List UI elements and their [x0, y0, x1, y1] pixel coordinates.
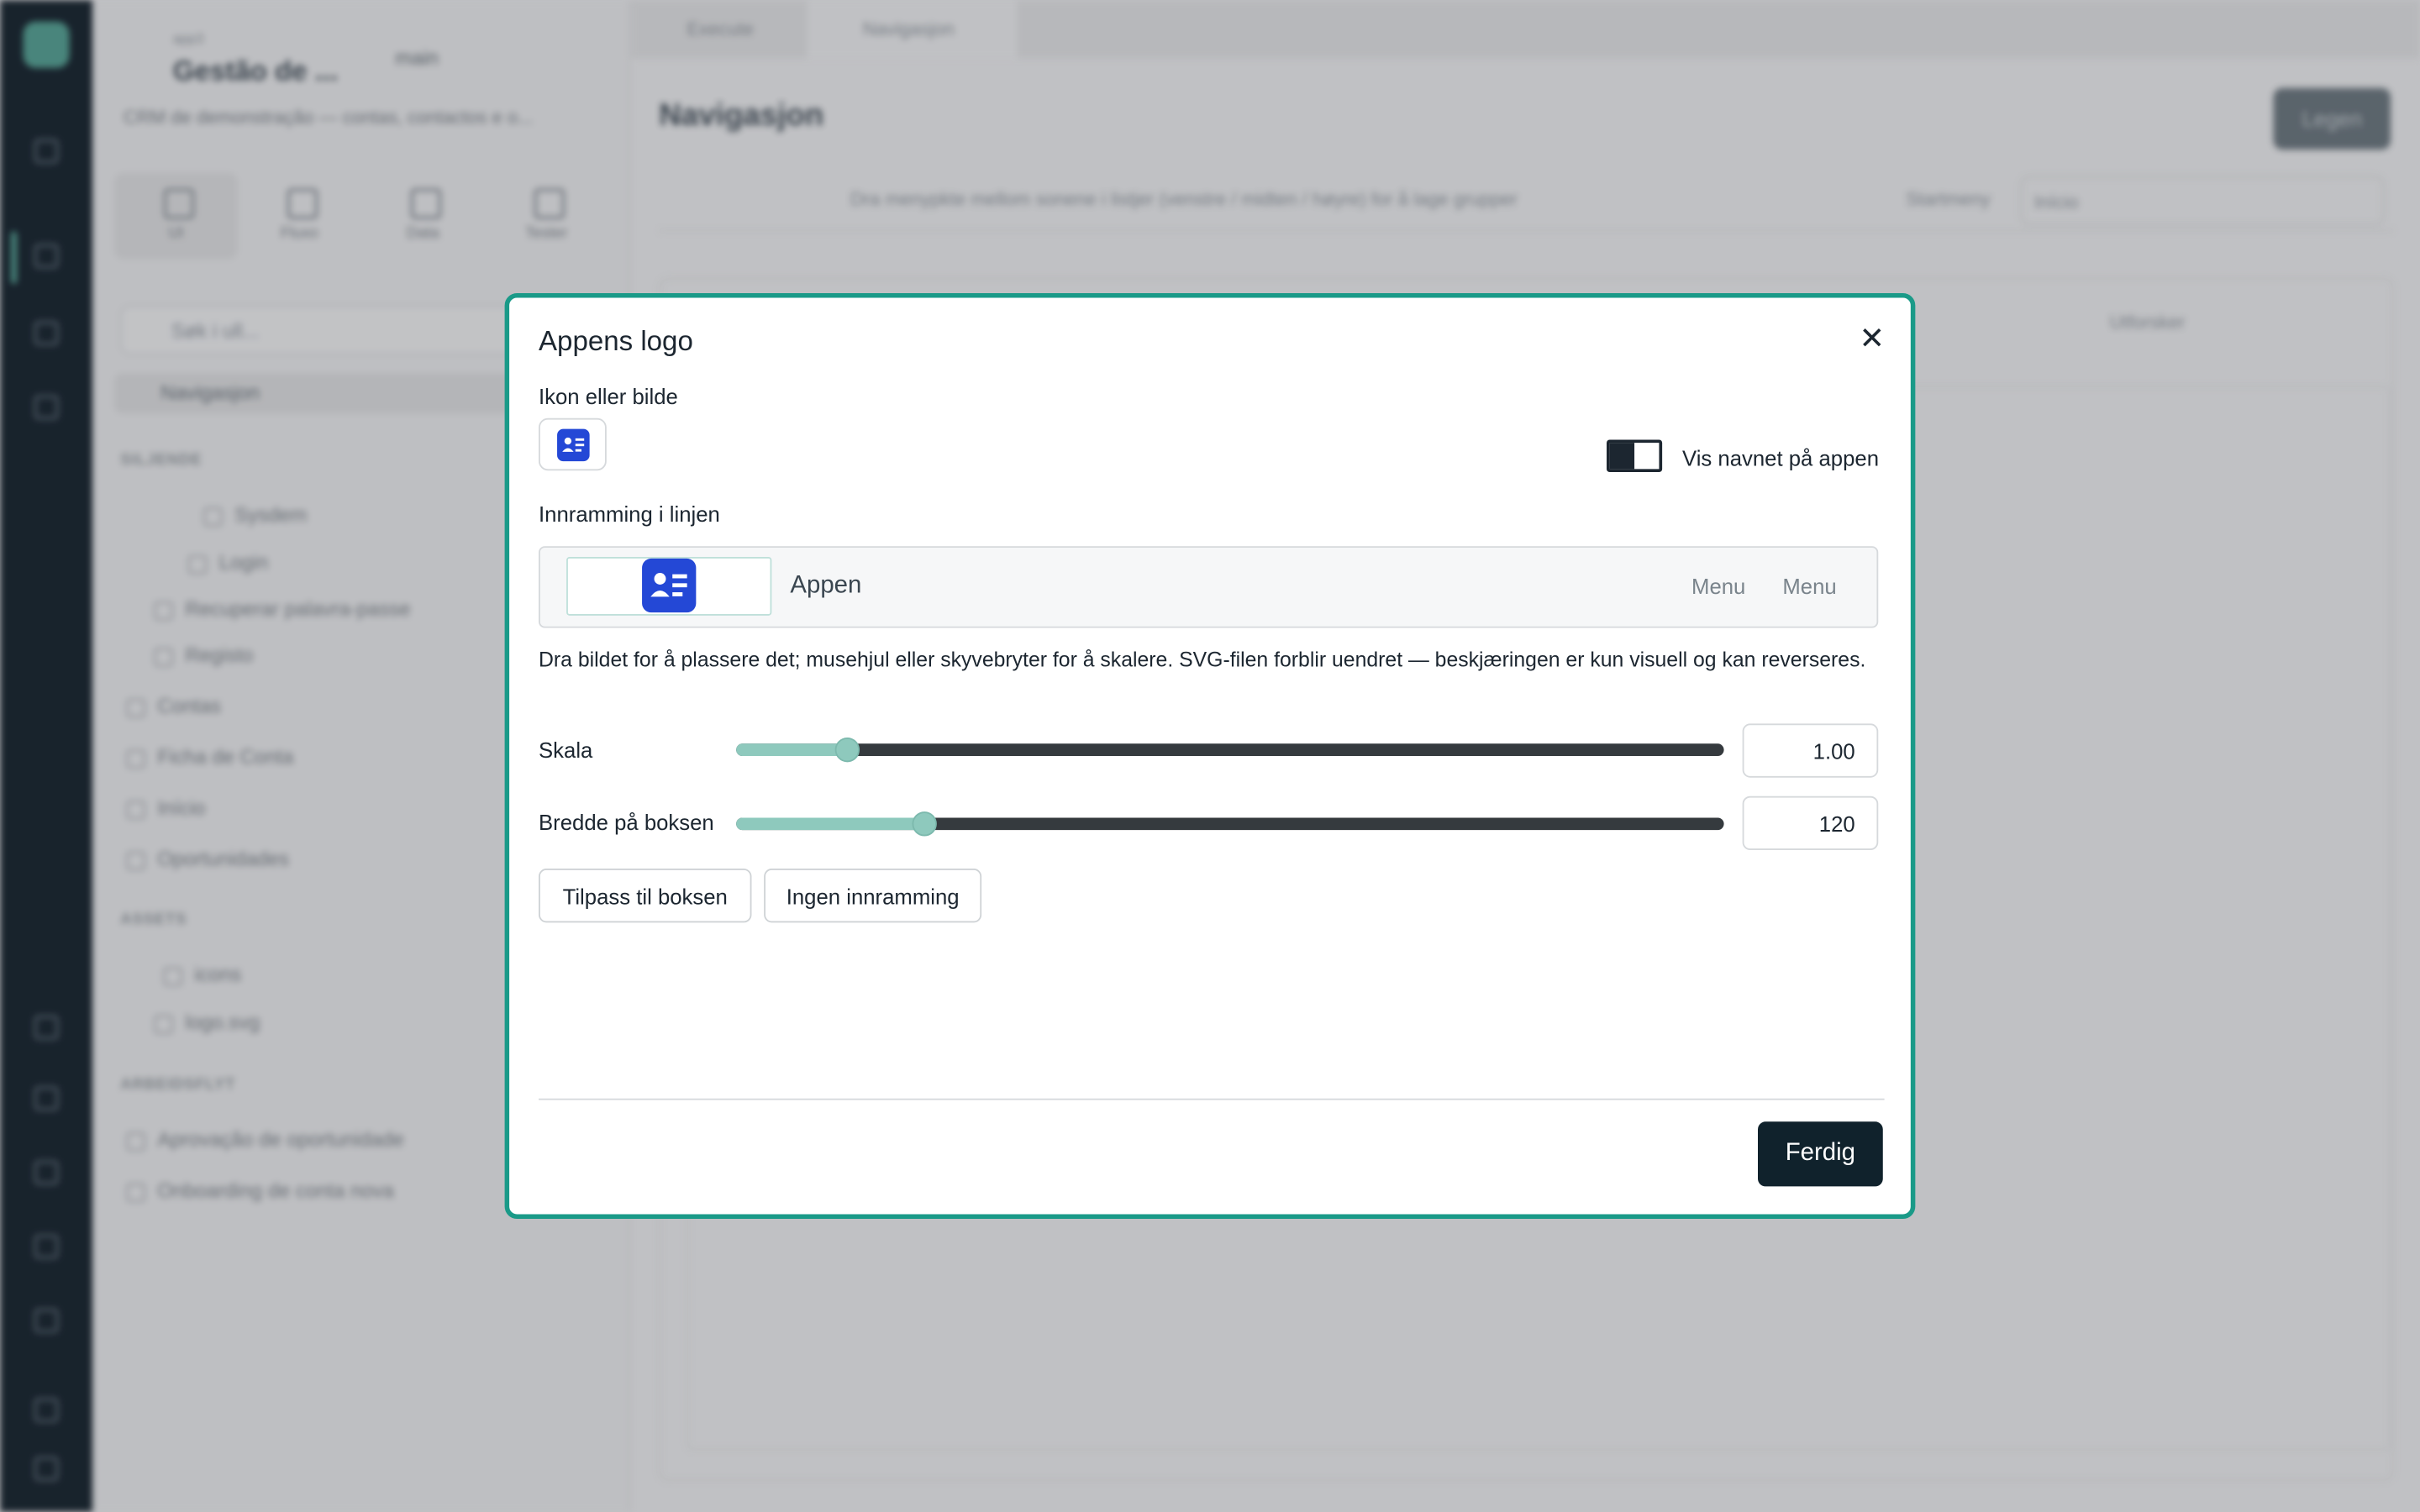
scale-label: Skala: [539, 737, 593, 763]
done-button[interactable]: Ferdig: [1758, 1121, 1883, 1187]
footer-divider: [539, 1098, 1885, 1100]
show-app-name-label: Vis navnet på appen: [1682, 445, 1880, 471]
preview-app-name: Appen: [790, 572, 862, 599]
slider-fill: [736, 743, 848, 756]
dialog-title: Appens logo: [539, 325, 693, 357]
preview-menu-item: Menu: [1691, 574, 1746, 599]
no-framing-button[interactable]: Ingen innramming: [764, 869, 982, 923]
icon-picker-button[interactable]: [539, 417, 607, 471]
app-logo-dialog: Appens logo ✕ Ikon eller bilde Vis navne…: [504, 292, 1916, 1219]
fit-to-box-button[interactable]: Tilpass til boksen: [539, 869, 752, 923]
slider-track: [736, 743, 1724, 756]
slider-thumb[interactable]: [835, 737, 860, 763]
box-width-label: Bredde på boksen: [539, 810, 714, 835]
icon-or-image-label: Ikon eller bilde: [539, 384, 678, 409]
navbar-preview: Appen Menu Menu: [539, 546, 1879, 628]
box-width-input[interactable]: 120: [1742, 795, 1879, 851]
logo-crop-frame[interactable]: [566, 557, 772, 616]
id-card-icon[interactable]: [642, 558, 697, 613]
slider-thumb[interactable]: [911, 811, 937, 837]
preview-menu-item: Menu: [1782, 574, 1837, 599]
show-app-name-toggle[interactable]: [1607, 439, 1663, 473]
box-width-slider[interactable]: [736, 808, 1724, 839]
slider-fill: [736, 817, 924, 831]
scale-input[interactable]: 1.00: [1742, 723, 1879, 778]
toggle-knob: [1609, 443, 1635, 470]
framing-label: Innramming i linjen: [539, 501, 720, 527]
scale-slider[interactable]: [736, 734, 1724, 765]
id-card-icon: [557, 428, 590, 462]
crop-instructions: Dra bildet for å plassere det; musehjul …: [539, 648, 1866, 671]
close-icon[interactable]: ✕: [1855, 323, 1889, 356]
